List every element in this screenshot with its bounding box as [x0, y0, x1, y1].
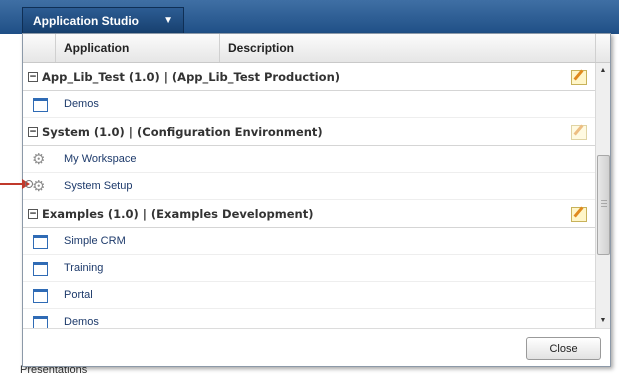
- list-item-label: System Setup: [64, 180, 133, 192]
- application-list: − App_Lib_Test (1.0) | (App_Lib_Test Prod…: [23, 63, 595, 328]
- close-button[interactable]: Close: [526, 337, 601, 360]
- grip-icon: — — —: [601, 198, 607, 210]
- pointer-arrow-icon: [0, 179, 33, 189]
- list-item[interactable]: Portal: [23, 282, 595, 309]
- edit-icon[interactable]: [571, 70, 587, 85]
- collapse-icon[interactable]: −: [28, 209, 38, 219]
- list-item-label: Portal: [64, 289, 93, 301]
- list-item-label: Demos: [64, 316, 99, 328]
- window-icon: [33, 235, 48, 249]
- list-item[interactable]: Simple CRM: [23, 228, 595, 255]
- window-icon: [33, 316, 48, 328]
- application-studio-label: Application Studio: [33, 13, 139, 28]
- list-item[interactable]: ⚙ My Workspace: [23, 146, 595, 173]
- scroll-down-icon[interactable]: ▼: [596, 313, 610, 328]
- collapse-icon[interactable]: −: [28, 72, 38, 82]
- list-item-label: Demos: [64, 98, 99, 110]
- list-item[interactable]: ⚙ System Setup: [23, 173, 595, 200]
- application-studio-menu-button[interactable]: Application Studio ▼: [22, 7, 184, 33]
- collapse-icon[interactable]: −: [28, 127, 38, 137]
- edit-icon[interactable]: [571, 207, 587, 222]
- scroll-up-icon[interactable]: ▲: [596, 63, 610, 78]
- window-icon: [33, 262, 48, 276]
- column-header-description[interactable]: Description: [220, 34, 596, 62]
- scrollbar-thumb[interactable]: — — —: [597, 155, 610, 255]
- application-studio-dialog: Application Description − App_Lib_Test (1…: [22, 33, 611, 367]
- list-item[interactable]: Demos: [23, 91, 595, 118]
- list-item-label: Training: [64, 262, 104, 274]
- group-row[interactable]: − System (1.0) | (Configuration Environme…: [23, 118, 595, 146]
- group-title: Examples (1.0) | (Examples Development): [42, 207, 314, 221]
- list-item[interactable]: Training: [23, 255, 595, 282]
- dialog-footer: Close: [23, 328, 610, 366]
- gear-icon: ⚙: [32, 178, 46, 195]
- gear-icon: ⚙: [32, 151, 46, 168]
- chevron-down-icon: ▼: [163, 15, 173, 26]
- header-scroll-spacer: [596, 34, 610, 62]
- list-item-label: Simple CRM: [64, 235, 126, 247]
- list-item-label: My Workspace: [64, 153, 137, 165]
- window-icon: [33, 98, 48, 112]
- vertical-scrollbar[interactable]: ▲ — — — ▼: [595, 63, 610, 328]
- grid-header: Application Description: [23, 34, 610, 63]
- group-row[interactable]: − Examples (1.0) | (Examples Development): [23, 200, 595, 228]
- list-item[interactable]: Demos: [23, 309, 595, 328]
- group-title: App_Lib_Test (1.0) | (App_Lib_Test Produ…: [42, 70, 341, 84]
- column-header-application[interactable]: Application: [56, 34, 220, 62]
- header-spacer: [23, 34, 56, 62]
- window-icon: [33, 289, 48, 303]
- group-title: System (1.0) | (Configuration Environmen…: [42, 125, 323, 139]
- edit-icon[interactable]: [571, 125, 587, 140]
- group-row[interactable]: − App_Lib_Test (1.0) | (App_Lib_Test Prod…: [23, 63, 595, 91]
